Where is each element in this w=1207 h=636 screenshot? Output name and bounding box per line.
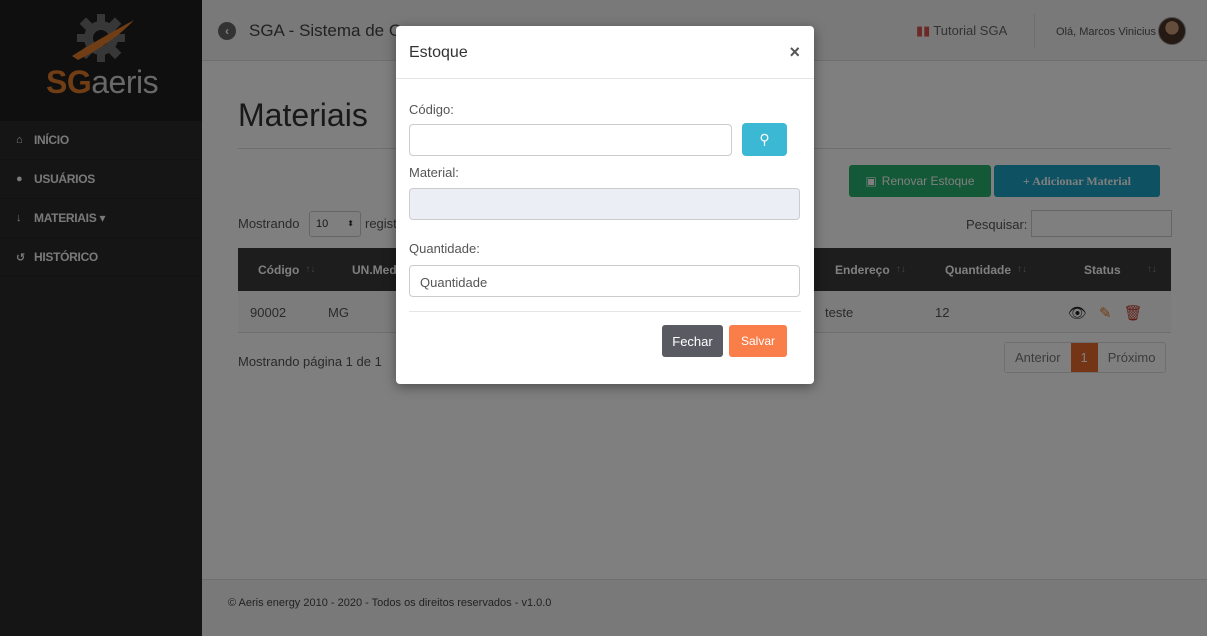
modal-title: Estoque (409, 44, 468, 61)
fechar-button[interactable]: Fechar (662, 325, 723, 357)
search-button[interactable]: ⚲ (742, 123, 787, 156)
estoque-modal: Estoque × Código: ⚲ Material: Quantidade… (396, 26, 814, 384)
modal-header: Estoque × (396, 26, 814, 79)
quantidade-label: Quantidade: (409, 241, 480, 256)
material-field (409, 188, 800, 220)
close-icon[interactable]: × (789, 42, 800, 63)
quantidade-input[interactable]: Quantidade (409, 265, 800, 297)
salvar-button[interactable]: Salvar (729, 325, 787, 357)
modal-divider (409, 311, 801, 312)
search-icon: ⚲ (759, 131, 770, 147)
codigo-input[interactable] (409, 124, 732, 156)
material-label: Material: (409, 165, 459, 180)
codigo-label: Código: (409, 102, 454, 117)
